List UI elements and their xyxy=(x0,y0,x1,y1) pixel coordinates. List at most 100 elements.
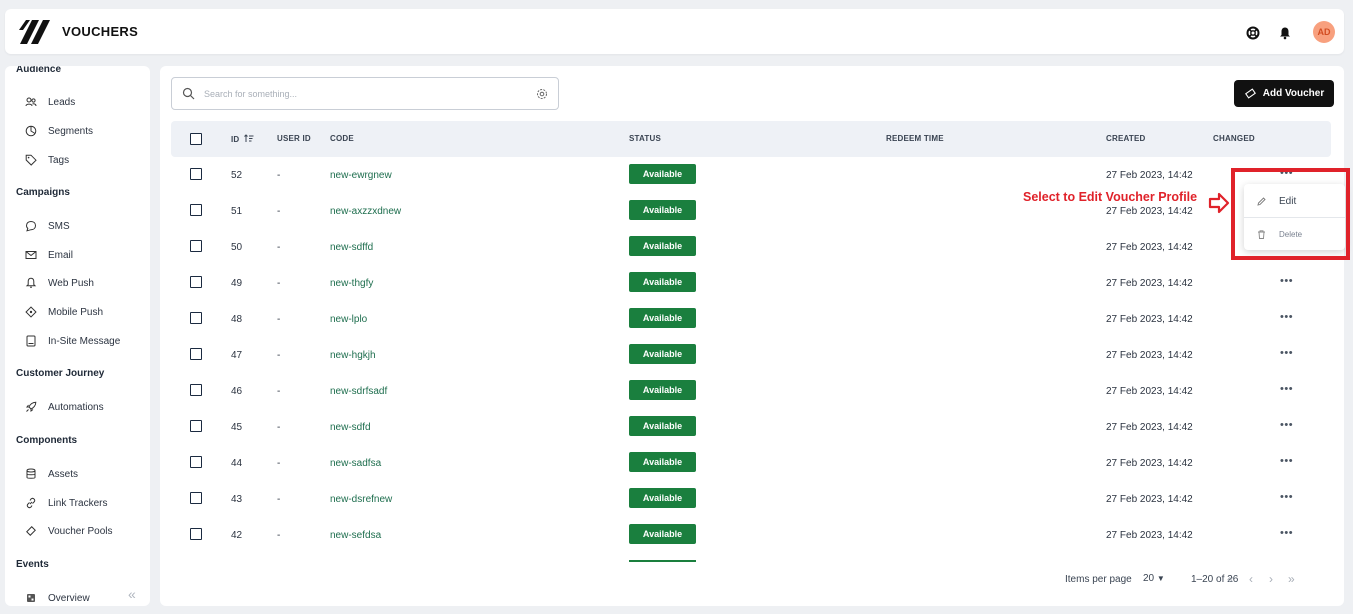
sidebar-item-label: Leads xyxy=(48,96,76,108)
select-all-checkbox[interactable] xyxy=(190,133,202,145)
sidebar-item-mobile-push[interactable]: Mobile Push xyxy=(25,304,103,320)
cell-created: 27 Feb 2023, 14:42 xyxy=(1106,530,1193,541)
help-icon[interactable] xyxy=(1246,26,1260,40)
sort-icon[interactable] xyxy=(243,134,254,143)
row-checkbox[interactable] xyxy=(190,312,202,324)
table-row[interactable]: 52 - new-ewrgnew Available 27 Feb 2023, 14:4… xyxy=(171,158,1331,194)
sidebar-item-automations[interactable]: Automations xyxy=(25,399,104,415)
table-row[interactable]: 49 - new-thgfy Available 27 Feb 2023, 14:42 •… xyxy=(171,266,1331,302)
bell-icon[interactable] xyxy=(1278,26,1292,40)
sidebar-item-web-push[interactable]: Web Push xyxy=(25,275,94,291)
sidebar-item-in-site-message[interactable]: In-Site Message xyxy=(25,333,120,349)
sidebar-item-label: SMS xyxy=(48,220,70,232)
search-icon xyxy=(182,87,195,100)
database-icon xyxy=(26,468,36,479)
cell-created: 27 Feb 2023, 14:42 xyxy=(1106,422,1193,433)
last-page-icon[interactable]: » xyxy=(1288,572,1295,586)
row-checkbox[interactable] xyxy=(190,276,202,288)
cell-user-id: - xyxy=(277,314,281,325)
column-header-code[interactable]: CODE xyxy=(330,134,354,143)
sidebar-item-label: Mobile Push xyxy=(48,306,104,318)
cell-code[interactable]: new-thgfy xyxy=(330,278,373,289)
more-actions-icon[interactable]: ••• xyxy=(1280,311,1293,323)
add-voucher-label: Add Voucher xyxy=(1262,88,1325,99)
search-input[interactable] xyxy=(204,86,524,102)
prev-page-icon[interactable]: ‹ xyxy=(1249,572,1253,586)
row-checkbox[interactable] xyxy=(190,456,202,468)
sidebar: Audience Leads Segments Tags Campaigns S… xyxy=(5,66,150,606)
row-checkbox[interactable] xyxy=(190,204,202,216)
more-actions-icon[interactable]: ••• xyxy=(1280,275,1293,287)
cell-code[interactable]: new-lplo xyxy=(330,314,367,325)
cell-code[interactable]: new-sdffd xyxy=(330,242,373,253)
row-checkbox[interactable] xyxy=(190,492,202,504)
sidebar-item-label: Voucher Pools xyxy=(48,525,113,537)
cell-code[interactable]: new-sdfd xyxy=(330,422,371,433)
cell-created: 27 Feb 2023, 14:42 xyxy=(1106,242,1193,253)
sidebar-item-email[interactable]: Email xyxy=(25,247,73,263)
sidebar-item-tags[interactable]: Tags xyxy=(25,152,69,168)
table-row[interactable]: 43 - new-dsrefnew Available 27 Feb 2023, 14:… xyxy=(171,482,1331,518)
row-checkbox[interactable] xyxy=(190,168,202,180)
annotation-text: Select to Edit Voucher Profile xyxy=(1023,190,1198,204)
sidebar-item-segments[interactable]: Segments xyxy=(25,123,93,139)
sidebar-item-sms[interactable]: SMS xyxy=(25,218,70,234)
column-header-created[interactable]: CREATED xyxy=(1106,134,1145,143)
sidebar-section-customer-journey: Customer Journey xyxy=(16,368,105,379)
table-row[interactable]: 45 - new-sdfd Available 27 Feb 2023, 14:42 ••… xyxy=(171,410,1331,446)
more-actions-icon[interactable]: ••• xyxy=(1280,419,1293,431)
collapse-sidebar-icon[interactable]: « xyxy=(128,586,136,602)
sidebar-item-assets[interactable]: Assets xyxy=(25,466,78,482)
more-actions-icon[interactable]: ••• xyxy=(1280,347,1293,359)
next-page-icon[interactable]: › xyxy=(1269,572,1273,586)
sidebar-item-overview[interactable]: Overview xyxy=(25,590,90,606)
cell-user-id: - xyxy=(277,422,281,433)
sidebar-item-voucher-pools[interactable]: Voucher Pools xyxy=(25,523,113,539)
column-header-changed[interactable]: CHANGED xyxy=(1213,134,1255,143)
sidebar-item-leads[interactable]: Leads xyxy=(25,94,75,110)
table-row[interactable]: 42 - new-sefdsa Available 27 Feb 2023, 14:42… xyxy=(171,518,1331,554)
cell-code[interactable]: new-ewrgnew xyxy=(330,170,392,181)
cell-code[interactable]: new-dsrefnew xyxy=(330,494,392,505)
page-title: VOUCHERS xyxy=(62,24,139,39)
column-header-status[interactable]: STATUS xyxy=(629,134,661,143)
more-actions-icon[interactable]: ••• xyxy=(1280,491,1293,503)
cell-id: 47 xyxy=(231,350,243,361)
more-actions-icon[interactable]: ••• xyxy=(1280,527,1293,539)
cell-code[interactable]: new-hgkjh xyxy=(330,350,376,361)
avatar[interactable]: AD xyxy=(1313,21,1335,43)
column-header-user-id[interactable]: USER ID xyxy=(277,134,311,143)
sidebar-item-link-trackers[interactable]: Link Trackers xyxy=(25,495,107,511)
chat-bubble-icon xyxy=(25,220,37,232)
items-per-page-select[interactable]: 20 ▼ xyxy=(1143,573,1165,584)
table-row[interactable]: 50-new-sdffdAvailable27 Feb 2023, 14:42•… xyxy=(171,230,1331,266)
cell-code[interactable]: new-sadfsa xyxy=(330,458,381,469)
ticket-icon xyxy=(26,526,36,536)
row-checkbox[interactable] xyxy=(190,420,202,432)
cell-user-id: - xyxy=(277,530,281,541)
table-row[interactable]: 47 - new-hgkjh Available 27 Feb 2023, 14:42 •… xyxy=(171,338,1331,374)
gear-icon[interactable] xyxy=(536,88,548,100)
row-checkbox[interactable] xyxy=(190,348,202,360)
cell-code[interactable]: new-axzzxdnew xyxy=(330,206,401,217)
add-voucher-button[interactable]: Add Voucher xyxy=(1234,80,1334,107)
row-checkbox[interactable] xyxy=(190,240,202,252)
column-header-redeem-time[interactable]: REDEEM TIME xyxy=(886,134,944,143)
cell-id: 42 xyxy=(231,530,243,541)
cell-code[interactable]: new-sdrfsadf xyxy=(330,386,387,397)
chevron-down-icon: ▼ xyxy=(1156,574,1165,583)
cell-id: 44 xyxy=(231,458,243,469)
more-actions-icon[interactable]: ••• xyxy=(1280,383,1293,395)
more-actions-icon[interactable]: ••• xyxy=(1280,455,1293,467)
table-row[interactable]: 48 - new-lplo Available 27 Feb 2023, 14:42 ••… xyxy=(171,302,1331,338)
column-header-id[interactable]: ID xyxy=(231,134,254,144)
first-page-icon[interactable]: « xyxy=(1227,572,1234,586)
table-row[interactable]: 44 - new-sadfsa Available 27 Feb 2023, 14:42… xyxy=(171,446,1331,482)
status-badge: Available xyxy=(629,380,696,400)
pagination: Items per page 20 ▼ 1–20 of 26 « ‹ › » xyxy=(160,571,1344,591)
cell-code[interactable]: new-sefdsa xyxy=(330,530,381,541)
sidebar-item-label: Overview xyxy=(48,592,90,604)
table-row[interactable]: 46 - new-sdrfsadf Available 27 Feb 2023, 14:… xyxy=(171,374,1331,410)
row-checkbox[interactable] xyxy=(190,384,202,396)
row-checkbox[interactable] xyxy=(190,528,202,540)
